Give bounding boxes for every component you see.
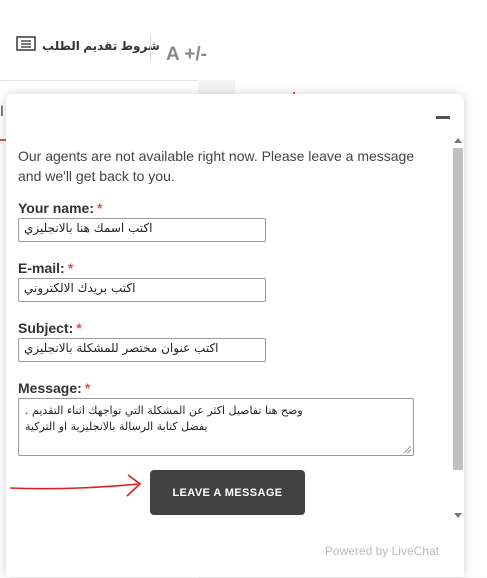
message-label-text: Message: [18,380,82,396]
name-input[interactable]: اكتب اسمك هنا بالانجليزي [18,218,266,242]
required-mark: * [84,380,91,396]
terms-label: شروط تقديم الطلب [42,39,160,53]
offline-notice: Our agents are not available right now. … [18,148,415,184]
message-label: Message: * [18,380,90,396]
subject-label-text: Subject: [18,320,74,336]
document-list-icon [16,35,36,57]
terms-link[interactable]: شروط تقديم الطلب [16,35,160,57]
resize-grip-icon[interactable] [404,446,411,453]
email-label-text: E-mail: [18,260,65,276]
powered-by-link[interactable]: Powered by LiveChat [325,544,439,558]
scroll-down-arrow-icon[interactable] [454,513,462,518]
subject-label: Subject: * [18,320,82,336]
scrollbar[interactable] [452,136,464,520]
message-line-1: وضح هنا تفاصيل اكثر عن المشكلة التي تواج… [25,404,303,417]
email-label: E-mail: * [18,260,73,276]
name-label-text: Your name: [18,200,94,216]
leave-message-button[interactable]: LEAVE A MESSAGE [150,470,305,515]
required-mark: * [67,260,74,276]
minimize-icon [436,116,450,119]
required-mark: * [96,200,103,216]
message-line-2: يفضل كتابة الرسالة بالانجليزية او التركي… [25,420,208,433]
subject-input[interactable]: اكتب عنوان مختصر للمشكلة بالانجليزي [18,338,266,362]
minimize-button[interactable] [432,110,454,126]
email-input[interactable]: اكتب بريدك الالكتروني [18,278,266,302]
message-textarea[interactable]: وضح هنا تفاصيل اكثر عن المشكلة التي تواج… [18,398,414,456]
font-size-toggle[interactable]: A +/- [166,44,207,66]
name-label: Your name: * [18,200,102,216]
toolbar-divider [150,36,151,60]
top-toolbar: شروط تقديم الطلب A +/- [0,0,487,80]
livechat-widget: Our agents are not available right now. … [6,94,464,577]
scroll-up-arrow-icon[interactable] [454,138,462,143]
background-text-fragment: ا [0,103,4,119]
scroll-thumb[interactable] [453,148,463,470]
required-mark: * [76,320,82,336]
